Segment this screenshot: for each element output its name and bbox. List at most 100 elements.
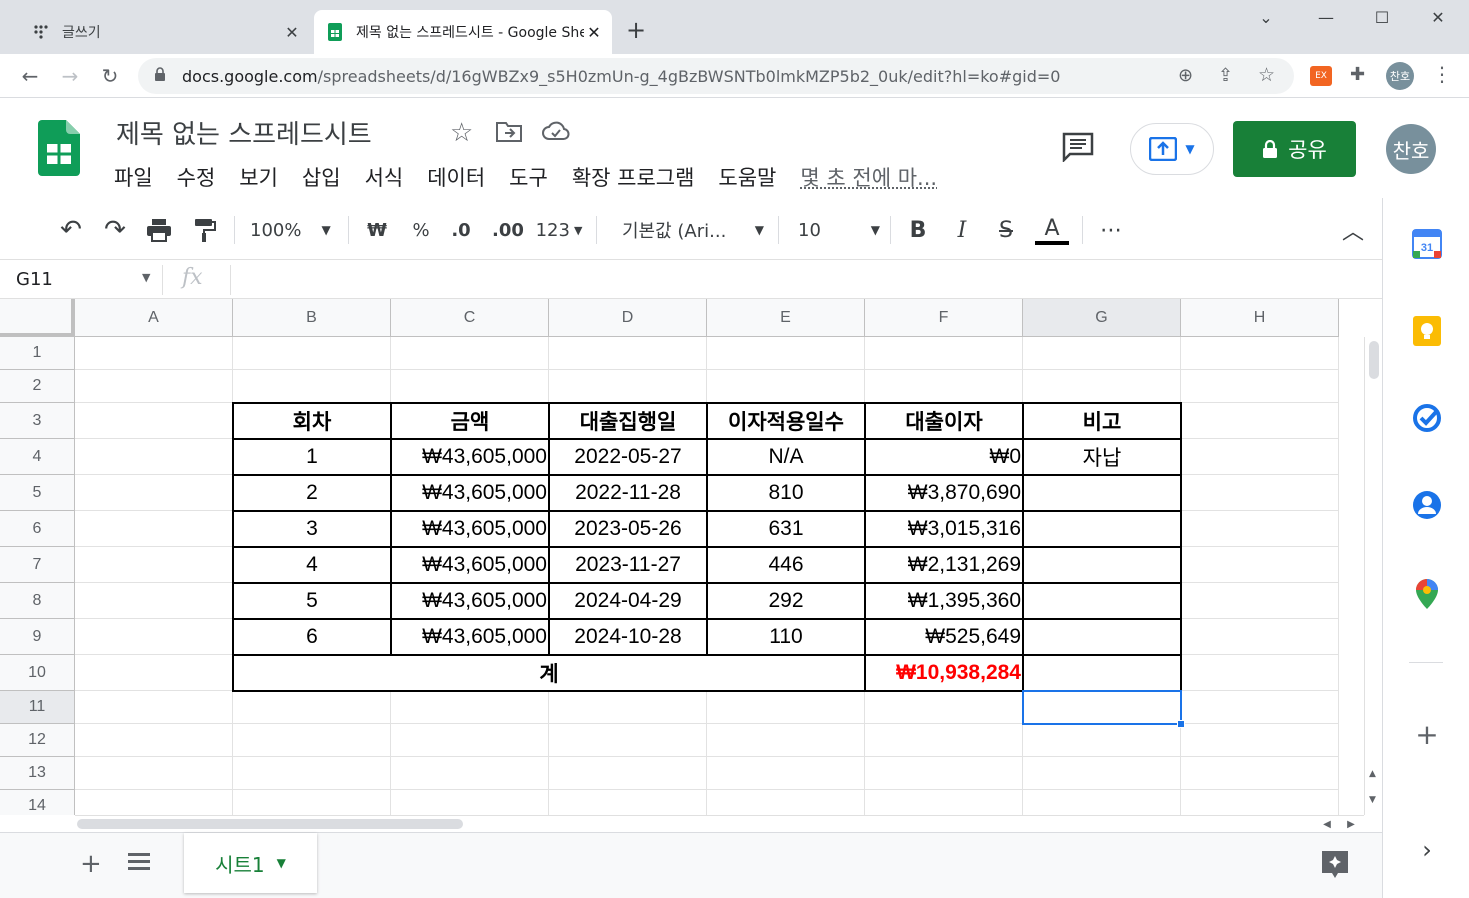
profile-avatar[interactable]: 찬호 bbox=[1386, 62, 1414, 90]
grid-cell[interactable] bbox=[75, 475, 233, 511]
formula-input[interactable] bbox=[240, 269, 1340, 293]
grid-cell[interactable] bbox=[75, 757, 233, 790]
table-cell[interactable]: 810 bbox=[707, 475, 865, 511]
bold-button[interactable]: B bbox=[904, 214, 932, 246]
extension-ex-icon[interactable]: EX bbox=[1310, 66, 1332, 86]
menu-data[interactable]: 데이터 bbox=[427, 162, 485, 192]
expand-panel-icon[interactable]: › bbox=[1411, 834, 1443, 866]
table-cell[interactable]: ₩43,605,000 bbox=[391, 439, 549, 475]
grid-cell[interactable] bbox=[1181, 439, 1339, 475]
grid-cell[interactable] bbox=[75, 370, 233, 403]
share-button[interactable]: 공유 bbox=[1233, 121, 1356, 177]
scroll-up-icon[interactable]: ▲ bbox=[1369, 769, 1376, 779]
grid-cell[interactable] bbox=[707, 790, 865, 815]
grid-cell[interactable] bbox=[75, 337, 233, 370]
column-header[interactable]: H bbox=[1181, 299, 1339, 337]
grid-cell[interactable] bbox=[75, 403, 233, 439]
grid-cell[interactable] bbox=[1181, 370, 1339, 403]
grid-cell[interactable] bbox=[391, 370, 549, 403]
sheet-tab-active[interactable]: 시트1 ▼ bbox=[184, 833, 317, 893]
new-tab-icon[interactable]: + bbox=[626, 16, 646, 44]
vertical-scrollbar[interactable]: ▲ ▼ bbox=[1364, 337, 1382, 815]
move-folder-icon[interactable] bbox=[496, 120, 522, 146]
grid-cell[interactable] bbox=[233, 790, 391, 815]
zoom-select[interactable]: 100% ▼ bbox=[250, 214, 340, 246]
table-cell[interactable]: ₩43,605,000 bbox=[391, 619, 549, 655]
row-header[interactable]: 1 bbox=[0, 337, 75, 370]
grid-cell[interactable] bbox=[75, 511, 233, 547]
more-options-icon[interactable]: ⋯ bbox=[1096, 214, 1126, 246]
grid-cell[interactable] bbox=[1181, 757, 1339, 790]
last-edit-link[interactable]: 몇 초 전에 마... bbox=[800, 162, 937, 192]
vertical-scroll-thumb[interactable] bbox=[1369, 341, 1379, 379]
row-header[interactable]: 11 bbox=[0, 691, 75, 724]
table-cell[interactable] bbox=[1023, 475, 1181, 511]
extensions-puzzle-icon[interactable]: ✚ bbox=[1350, 64, 1365, 85]
grid-cell[interactable] bbox=[1181, 691, 1339, 724]
table-cell[interactable]: 2023-11-27 bbox=[549, 547, 707, 583]
user-avatar[interactable]: 찬호 bbox=[1386, 124, 1436, 174]
cloud-status-icon[interactable] bbox=[542, 120, 570, 146]
grid-cell[interactable] bbox=[75, 547, 233, 583]
table-cell[interactable] bbox=[1023, 511, 1181, 547]
close-window-icon[interactable]: ✕ bbox=[1418, 8, 1458, 32]
row-header[interactable]: 14 bbox=[0, 790, 75, 815]
undo-icon[interactable]: ↶ bbox=[56, 214, 86, 246]
grid-cell[interactable] bbox=[1023, 790, 1181, 815]
table-cell[interactable]: ₩43,605,000 bbox=[391, 475, 549, 511]
browser-menu-icon[interactable]: ⋮ bbox=[1432, 62, 1452, 86]
fill-handle[interactable] bbox=[1177, 720, 1185, 728]
column-header[interactable]: E bbox=[707, 299, 865, 337]
grid-cell[interactable] bbox=[1023, 337, 1181, 370]
grid-cell[interactable] bbox=[75, 724, 233, 757]
print-icon[interactable] bbox=[144, 214, 174, 246]
table-cell[interactable]: 5 bbox=[233, 583, 391, 619]
row-header[interactable]: 8 bbox=[0, 583, 75, 619]
menu-insert[interactable]: 삽입 bbox=[302, 162, 341, 192]
grid-cell[interactable] bbox=[75, 790, 233, 815]
table-cell[interactable] bbox=[1023, 583, 1181, 619]
grid-cell[interactable] bbox=[549, 757, 707, 790]
back-icon[interactable]: ← bbox=[16, 62, 44, 90]
table-cell[interactable]: 631 bbox=[707, 511, 865, 547]
contacts-icon[interactable] bbox=[1411, 489, 1443, 521]
grid-cell[interactable] bbox=[1181, 619, 1339, 655]
menu-view[interactable]: 보기 bbox=[239, 162, 278, 192]
chevron-down-icon[interactable]: ▼ bbox=[142, 271, 150, 284]
grid-cell[interactable] bbox=[75, 439, 233, 475]
grid-cell[interactable] bbox=[549, 337, 707, 370]
table-cell[interactable]: 2023-05-26 bbox=[549, 511, 707, 547]
grid-cell[interactable] bbox=[1181, 583, 1339, 619]
grid-cell[interactable] bbox=[233, 724, 391, 757]
select-all-corner[interactable] bbox=[0, 299, 75, 337]
table-cell[interactable]: 2022-05-27 bbox=[549, 439, 707, 475]
all-sheets-icon[interactable] bbox=[128, 851, 150, 875]
tasks-icon[interactable] bbox=[1411, 402, 1443, 434]
grid-cell[interactable] bbox=[549, 724, 707, 757]
grid-cell[interactable] bbox=[707, 757, 865, 790]
table-cell[interactable] bbox=[1023, 547, 1181, 583]
table-cell[interactable]: 1 bbox=[233, 439, 391, 475]
grid-cell[interactable] bbox=[865, 370, 1023, 403]
grid-cell[interactable] bbox=[1181, 547, 1339, 583]
grid-cell[interactable] bbox=[549, 370, 707, 403]
percent-format-button[interactable]: % bbox=[406, 214, 436, 246]
grid-cell[interactable] bbox=[233, 337, 391, 370]
minimize-icon[interactable]: — bbox=[1306, 8, 1346, 32]
column-header[interactable]: A bbox=[75, 299, 233, 337]
grid-cell[interactable] bbox=[75, 583, 233, 619]
table-cell[interactable]: 4 bbox=[233, 547, 391, 583]
table-cell[interactable]: ₩0 bbox=[865, 439, 1023, 475]
redo-icon[interactable]: ↷ bbox=[100, 214, 130, 246]
table-cell[interactable]: ₩2,131,269 bbox=[865, 547, 1023, 583]
grid-cell[interactable] bbox=[1181, 790, 1339, 815]
grid-cell[interactable] bbox=[549, 790, 707, 815]
selected-cell-outline[interactable] bbox=[1022, 690, 1182, 725]
table-cell[interactable]: 446 bbox=[707, 547, 865, 583]
grid-cell[interactable] bbox=[1181, 511, 1339, 547]
grid-cell[interactable] bbox=[707, 724, 865, 757]
document-title[interactable]: 제목 없는 스프레드시트 bbox=[116, 114, 372, 151]
star-icon[interactable]: ☆ bbox=[450, 118, 473, 148]
grid-cell[interactable] bbox=[391, 691, 549, 724]
grid-cell[interactable] bbox=[233, 757, 391, 790]
